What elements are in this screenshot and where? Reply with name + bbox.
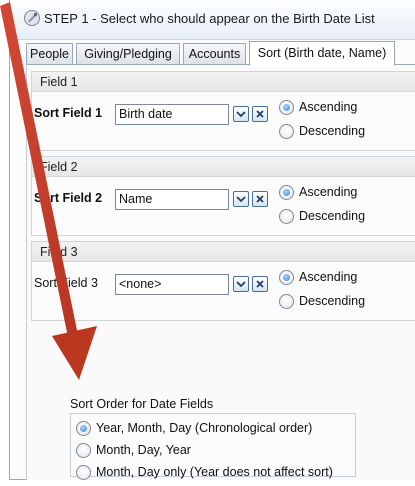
sort-order-title: Sort Order for Date Fields xyxy=(70,397,214,411)
radio-icon xyxy=(76,443,91,458)
radio-label: Descending xyxy=(299,294,366,308)
dialog-window: STEP 1 - Select who should appear on the… xyxy=(9,0,415,480)
radio-icon xyxy=(76,421,91,436)
title-bar: STEP 1 - Select who should appear on the… xyxy=(10,0,415,40)
radio-icon xyxy=(279,185,294,200)
tab-label: People xyxy=(30,47,69,61)
radio-icon xyxy=(76,465,91,480)
clear-x-icon xyxy=(256,280,264,288)
radio-icon xyxy=(279,294,294,309)
radio-label: Descending xyxy=(299,124,366,138)
radio-icon xyxy=(279,124,294,139)
sort-field-2-dropdown-button[interactable] xyxy=(233,191,249,207)
sort-field-1-combo[interactable]: Birth date xyxy=(115,104,229,125)
sort-field-1-clear-button[interactable] xyxy=(252,106,268,122)
clear-x-icon xyxy=(256,110,264,118)
field-3-group: Field 3 Sort Field 3 <none> Ascending De… xyxy=(31,241,415,321)
sort-field-2-combo[interactable]: Name xyxy=(115,189,229,210)
tab-sort[interactable]: Sort (Birth date, Name) xyxy=(249,41,395,66)
radio-label: Month, Day, Year xyxy=(96,443,191,457)
field-3-header: Field 3 xyxy=(32,242,415,262)
tab-label: Sort (Birth date, Name) xyxy=(257,46,387,60)
tab-giving-pledging[interactable]: Giving/Pledging xyxy=(76,43,180,65)
sort-field-3-dropdown-button[interactable] xyxy=(233,276,249,292)
sort-tab-panel: Field 1 Sort Field 1 Birth date Ascendin… xyxy=(26,64,415,480)
sort-field-2-clear-button[interactable] xyxy=(252,191,268,207)
tab-label: Giving/Pledging xyxy=(84,47,172,61)
dropdown-arrow-icon xyxy=(236,281,246,288)
sort-field-2-label: Sort Field 2 xyxy=(34,191,103,205)
sort-order-box: Year, Month, Day (Chronological order) M… xyxy=(70,413,356,480)
radio-icon xyxy=(279,100,294,115)
sort-field-1-dropdown-button[interactable] xyxy=(233,106,249,122)
sort-field-1-label: Sort Field 1 xyxy=(34,106,103,120)
sort-field-3-clear-button[interactable] xyxy=(252,276,268,292)
tab-accounts[interactable]: Accounts xyxy=(183,43,246,65)
radio-icon xyxy=(279,209,294,224)
radio-icon xyxy=(279,270,294,285)
radio-label: Ascending xyxy=(299,100,358,114)
radio-label: Descending xyxy=(299,209,366,223)
sort-field-3-combo[interactable]: <none> xyxy=(115,274,229,295)
field-2-group: Field 2 Sort Field 2 Name Ascending Desc… xyxy=(31,156,415,236)
sort-field-3-label: Sort Field 3 xyxy=(34,276,98,290)
tab-label: Accounts xyxy=(188,47,241,61)
clear-x-icon xyxy=(256,195,264,203)
tab-people[interactable]: People xyxy=(26,43,73,65)
window-title: STEP 1 - Select who should appear on the… xyxy=(44,11,375,26)
field-1-group: Field 1 Sort Field 1 Birth date Ascendin… xyxy=(31,71,415,151)
field-2-header: Field 2 xyxy=(32,157,415,177)
app-icon xyxy=(24,10,40,26)
field-1-header: Field 1 xyxy=(32,72,415,92)
radio-label: Month, Day only (Year does not affect so… xyxy=(96,465,333,479)
radio-label: Ascending xyxy=(299,270,358,284)
dropdown-arrow-icon xyxy=(236,111,246,118)
dropdown-arrow-icon xyxy=(236,196,246,203)
sort-order-group: Sort Order for Date Fields Year, Month, … xyxy=(70,397,356,480)
radio-label: Ascending xyxy=(299,185,358,199)
radio-label: Year, Month, Day (Chronological order) xyxy=(96,421,313,435)
